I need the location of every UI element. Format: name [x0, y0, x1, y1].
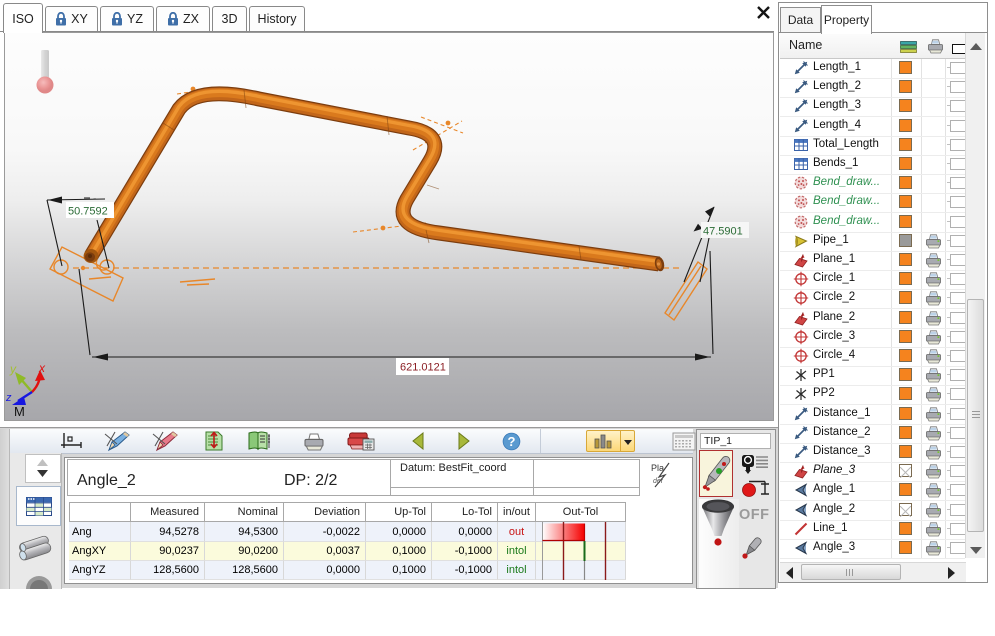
svg-text:y: y: [9, 362, 17, 376]
svg-text:M: M: [14, 404, 25, 419]
svg-text:def: def: [653, 478, 664, 485]
svg-text:x: x: [38, 361, 46, 375]
svg-text:z: z: [5, 392, 12, 404]
svg-text:50.7592: 50.7592: [68, 206, 108, 218]
svg-text:47.5901: 47.5901: [703, 226, 743, 238]
svg-text:Pla: Pla: [651, 463, 664, 473]
svg-text:?: ?: [508, 434, 516, 449]
svg-text:621.0121: 621.0121: [400, 362, 446, 374]
